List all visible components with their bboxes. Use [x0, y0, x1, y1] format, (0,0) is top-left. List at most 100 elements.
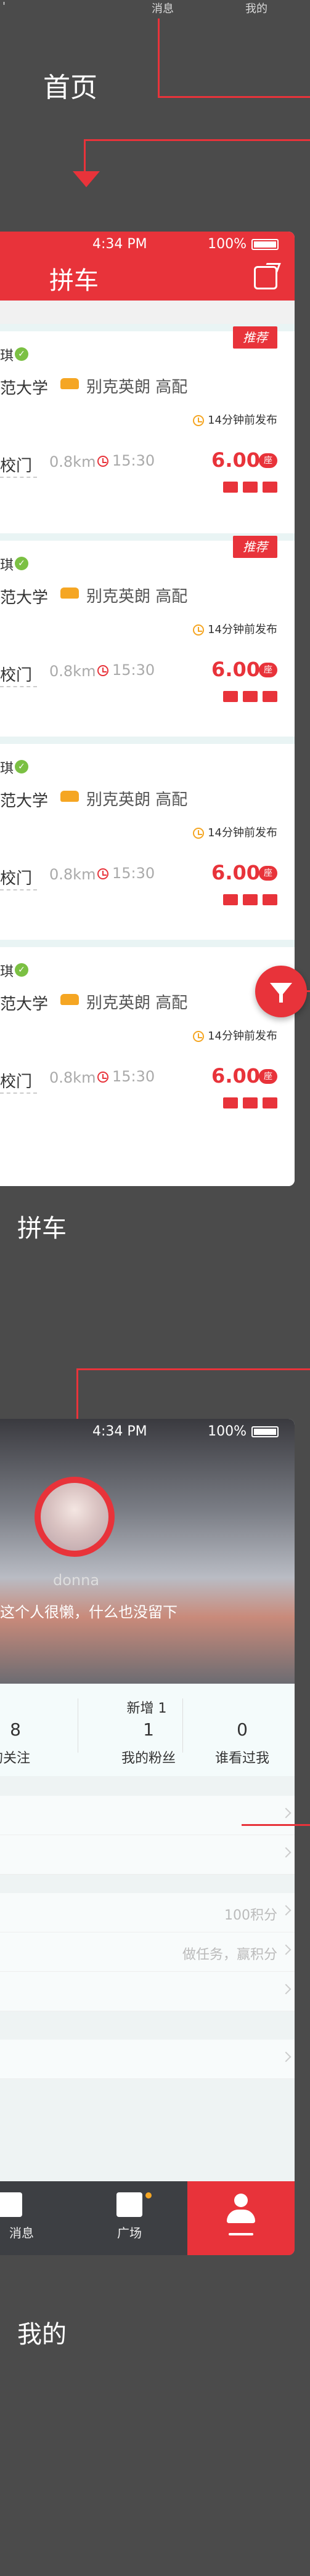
connector-line	[293, 990, 310, 992]
recommended-badge: 推荐	[233, 326, 277, 349]
tab-mine[interactable]	[187, 2181, 295, 2255]
seat-icon	[263, 691, 277, 702]
seat-icon	[223, 482, 238, 493]
seat-icon	[223, 894, 238, 905]
divider	[182, 1698, 183, 1753]
departure-place: 校门	[0, 1073, 33, 1091]
task-hint: 做任务，赢积分	[182, 1947, 277, 1963]
distance: 0.8km	[49, 663, 96, 680]
divider	[0, 477, 37, 478]
seat-icon	[243, 482, 258, 493]
share-icon[interactable]	[254, 266, 277, 289]
top-nav-messages[interactable]: 消息	[152, 0, 174, 16]
car-model: 别克英朗 高配	[86, 994, 188, 1012]
chevron-right-icon	[280, 1905, 292, 1916]
departure-time: 15:30	[97, 1068, 155, 1085]
ride-card[interactable]: 琪 ✓ 推荐 范大学 别克英朗 高配 14分钟前发布 校门 0.8km 15:3…	[0, 533, 295, 737]
departure-place: 校门	[0, 457, 33, 475]
car-model: 别克英朗 高配	[86, 587, 188, 606]
stat-visitors[interactable]: 0 谁看过我	[196, 1719, 288, 1767]
seat-icon	[243, 894, 258, 905]
car-icon	[60, 994, 79, 1005]
tab-messages[interactable]: 消息	[0, 2181, 43, 2255]
nickname: donna	[53, 1572, 100, 1589]
status-battery: 100%	[208, 1424, 279, 1439]
status-bar: 4:34 PM 100%	[0, 232, 295, 256]
divider	[0, 889, 37, 890]
seat-icon	[263, 894, 277, 905]
posted-time: 14分钟前发布	[193, 621, 277, 637]
car-model: 别克英朗 高配	[86, 791, 188, 809]
clock-icon	[97, 456, 108, 467]
divider	[0, 686, 37, 687]
chevron-right-icon	[280, 1807, 292, 1819]
menu-row-points[interactable]: 100积分	[0, 1893, 295, 1932]
car-icon	[60, 587, 79, 599]
departure-time: 15:30	[97, 661, 155, 679]
battery-icon	[251, 1426, 279, 1437]
tab-square[interactable]: 广场	[99, 2181, 160, 2255]
clock-icon	[97, 1072, 108, 1083]
seat-icon	[223, 1097, 238, 1108]
ride-card[interactable]: 琪 ✓ 范大学 别克英朗 高配 14分钟前发布 校门 0.8km 15:30 6…	[0, 940, 295, 1186]
price: 6.00	[211, 448, 260, 472]
tab-bar: 消息 广场	[0, 2181, 295, 2255]
seat-badge: 座	[259, 453, 277, 468]
status-bar: 4:34 PM 100%	[0, 1419, 295, 1443]
carpool-screen: 4:34 PM 100% 拼车 琪 ✓ 推荐 范大学 别克英朗 高配 14分钟前…	[0, 232, 295, 1186]
top-dot: '	[2, 0, 6, 13]
distance: 0.8km	[49, 453, 96, 470]
connector-line	[158, 96, 310, 98]
menu-row[interactable]	[0, 1796, 295, 1835]
seat-icons	[223, 482, 277, 493]
stat-number: 8	[10, 1719, 21, 1740]
new-followers-label: 新增 1	[126, 1701, 167, 1716]
points-value: 100积分	[224, 1908, 277, 1923]
connector-line	[84, 139, 86, 172]
stat-fans[interactable]: 1 我的粉丝	[96, 1719, 201, 1767]
notification-dot	[145, 2192, 152, 2198]
stats-panel: 新增 1 8 我的关注 1 我的粉丝 0 谁看过我	[0, 1684, 295, 1776]
seat-badge: 座	[259, 1069, 277, 1084]
divider	[0, 1092, 37, 1094]
verified-icon: ✓	[15, 557, 28, 570]
posted-time: 14分钟前发布	[193, 824, 277, 840]
page-title: 拼车	[49, 267, 99, 295]
tab-label: 广场	[117, 2226, 142, 2240]
departure-time: 15:30	[97, 865, 155, 882]
stat-number: 1	[143, 1719, 154, 1740]
clock-icon	[193, 828, 205, 839]
school-name: 范大学	[0, 995, 49, 1014]
price: 6.00	[211, 658, 260, 681]
arrow-down-icon	[73, 171, 100, 187]
seat-icons	[223, 1097, 277, 1108]
connector-line	[242, 1824, 310, 1826]
ride-card[interactable]: 琪 ✓ 范大学 别克英朗 高配 14分钟前发布 校门 0.8km 15:30 6…	[0, 737, 295, 940]
seat-icon	[243, 1097, 258, 1108]
owner-name: 琪	[0, 761, 14, 777]
status-time: 4:34 PM	[92, 236, 147, 252]
car-icon	[60, 378, 79, 389]
tab-label: 消息	[9, 2226, 34, 2240]
menu-group: 100积分 做任务，赢积分	[0, 1893, 295, 2011]
status-time: 4:34 PM	[92, 1423, 147, 1439]
connector-line	[158, 18, 160, 97]
menu-group	[0, 1796, 295, 1875]
stat-following[interactable]: 8 我的关注	[0, 1719, 31, 1767]
top-nav-mine[interactable]: 我的	[245, 0, 267, 16]
seat-badge: 座	[259, 663, 277, 677]
menu-row[interactable]	[0, 2040, 295, 2079]
seat-icon	[263, 482, 277, 493]
menu-row[interactable]	[0, 1972, 295, 2011]
menu-row-tasks[interactable]: 做任务，赢积分	[0, 1932, 295, 1972]
car-icon	[60, 791, 79, 802]
menu-row[interactable]	[0, 1835, 295, 1875]
ride-card[interactable]: 琪 ✓ 推荐 范大学 别克英朗 高配 14分钟前发布 校门 0.8km 15:3…	[0, 324, 295, 533]
section-carpool-heading: 拼车	[17, 1214, 67, 1243]
stat-label: 我的粉丝	[121, 1751, 176, 1766]
clock-icon	[97, 868, 108, 879]
avatar[interactable]	[35, 1477, 115, 1557]
active-indicator	[229, 2233, 253, 2235]
chevron-right-icon	[280, 1944, 292, 1955]
stat-number: 0	[237, 1719, 248, 1740]
